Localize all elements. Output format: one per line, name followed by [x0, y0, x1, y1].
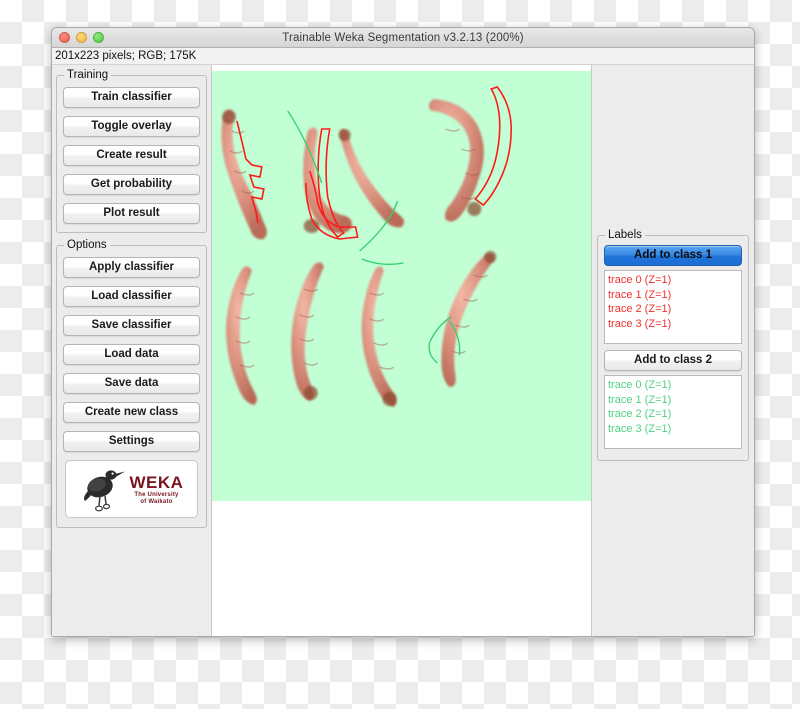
weka-wordmark: WEKA — [129, 472, 184, 492]
canvas-svg — [212, 71, 591, 501]
labels-control-panel: Labels Add to class 1 trace 0 (Z=1) trac… — [592, 65, 754, 636]
list-item[interactable]: trace 2 (Z=1) — [608, 407, 738, 422]
application-window: Trainable Weka Segmentation v3.2.13 (200… — [51, 27, 755, 637]
segmentation-image-canvas[interactable] — [212, 71, 591, 501]
save-data-button[interactable]: Save data — [63, 373, 200, 394]
add-to-class-1-button[interactable]: Add to class 1 — [604, 245, 742, 266]
list-item[interactable]: trace 0 (Z=1) — [608, 378, 738, 393]
options-group-legend: Options — [67, 239, 107, 251]
save-classifier-button[interactable]: Save classifier — [63, 315, 200, 336]
add-to-class-2-button[interactable]: Add to class 2 — [604, 350, 742, 371]
weka-logo-text: WEKA The University of Waikato — [130, 474, 184, 505]
weka-university-line2: of Waikato — [140, 498, 173, 505]
weka-logo: WEKA The University of Waikato — [65, 460, 198, 518]
left-control-panel: Training Train classifier Toggle overlay… — [52, 65, 212, 636]
list-item[interactable]: trace 3 (Z=1) — [608, 422, 738, 437]
minimize-button[interactable] — [76, 32, 87, 43]
list-item[interactable]: trace 0 (Z=1) — [608, 273, 738, 288]
train-classifier-button[interactable]: Train classifier — [63, 87, 200, 108]
list-item[interactable]: trace 1 (Z=1) — [608, 288, 738, 303]
traffic-lights — [52, 32, 104, 43]
plot-result-button[interactable]: Plot result — [63, 203, 200, 224]
settings-button[interactable]: Settings — [63, 431, 200, 452]
list-item[interactable]: trace 2 (Z=1) — [608, 302, 738, 317]
image-status-bar: 201x223 pixels; RGB; 175K — [52, 48, 754, 65]
training-group: Training Train classifier Toggle overlay… — [56, 69, 207, 233]
list-item[interactable]: trace 1 (Z=1) — [608, 393, 738, 408]
canvas-background — [212, 71, 591, 501]
class-1-trace-list[interactable]: trace 0 (Z=1) trace 1 (Z=1) trace 2 (Z=1… — [604, 270, 742, 344]
training-group-legend: Training — [67, 69, 109, 81]
list-item[interactable]: trace 3 (Z=1) — [608, 317, 738, 332]
labels-group: Labels Add to class 1 trace 0 (Z=1) trac… — [597, 229, 749, 461]
options-group: Options Apply classifier Load classifier… — [56, 239, 207, 528]
window-titlebar[interactable]: Trainable Weka Segmentation v3.2.13 (200… — [52, 28, 754, 48]
class-2-trace-list[interactable]: trace 0 (Z=1) trace 1 (Z=1) trace 2 (Z=1… — [604, 375, 742, 449]
right-panel-bottom-space — [596, 465, 750, 632]
apply-classifier-button[interactable]: Apply classifier — [63, 257, 200, 278]
get-probability-button[interactable]: Get probability — [63, 174, 200, 195]
toggle-overlay-button[interactable]: Toggle overlay — [63, 116, 200, 137]
window-title: Trainable Weka Segmentation v3.2.13 (200… — [282, 31, 524, 44]
close-button[interactable] — [59, 32, 70, 43]
window-body: Training Train classifier Toggle overlay… — [52, 65, 754, 636]
weka-university-line1: The University — [134, 491, 179, 498]
labels-group-legend: Labels — [608, 229, 642, 241]
right-panel-empty-space — [596, 67, 750, 227]
zoom-button[interactable] — [93, 32, 104, 43]
image-view-panel — [212, 65, 592, 636]
create-result-button[interactable]: Create result — [63, 145, 200, 166]
load-data-button[interactable]: Load data — [63, 344, 200, 365]
weka-bird-icon — [83, 470, 125, 512]
load-classifier-button[interactable]: Load classifier — [63, 286, 200, 307]
create-new-class-button[interactable]: Create new class — [63, 402, 200, 423]
